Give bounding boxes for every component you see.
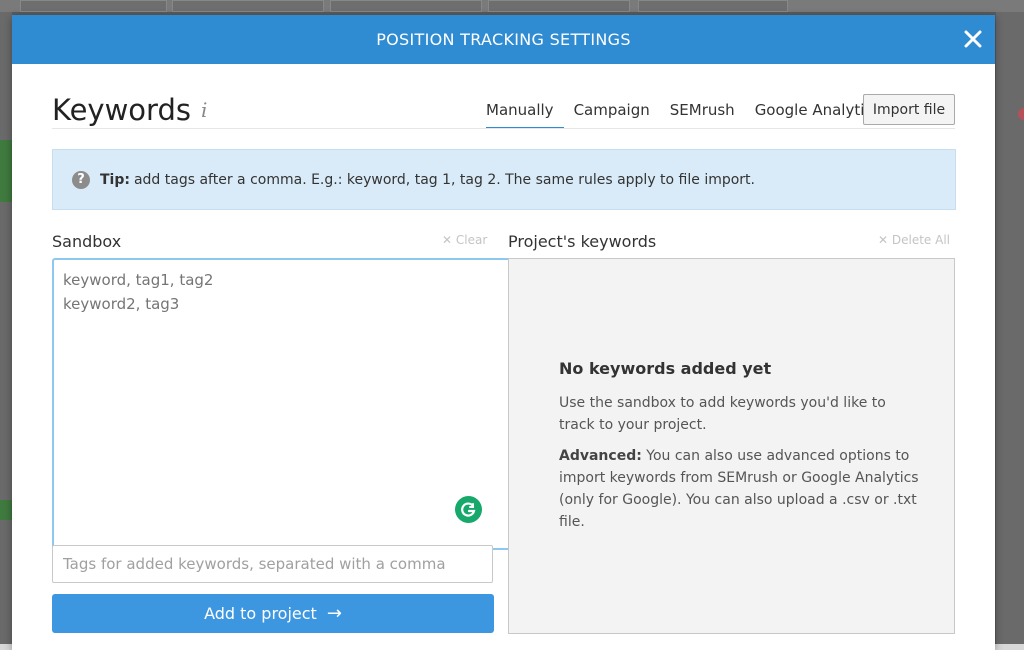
background-red-marker xyxy=(1018,108,1024,120)
background-tab xyxy=(330,0,482,12)
tab-campaign[interactable]: Campaign xyxy=(574,101,660,129)
background-green-block xyxy=(0,140,12,202)
tags-input[interactable] xyxy=(52,545,493,583)
empty-state-title: No keywords added yet xyxy=(559,359,772,378)
project-keywords-panel: No keywords added yet Use the sandbox to… xyxy=(508,258,955,634)
title-divider xyxy=(52,128,955,129)
tip-bold: Tip: xyxy=(100,171,130,188)
close-icon xyxy=(964,30,982,48)
tab-manually[interactable]: Manually xyxy=(486,101,564,129)
sandbox-textarea[interactable] xyxy=(52,258,514,550)
empty-state-advanced: Advanced: You can also use advanced opti… xyxy=(559,445,919,533)
clear-label: Clear xyxy=(455,233,488,247)
tip-text: add tags after a comma. E.g.: keyword, t… xyxy=(133,171,755,188)
background-left-edge xyxy=(0,12,12,650)
arrow-right-icon: → xyxy=(326,603,342,624)
background-tab xyxy=(20,0,167,12)
empty-state-text: Use the sandbox to add keywords you'd li… xyxy=(559,395,886,433)
help-icon: ? xyxy=(72,170,90,189)
tab-semrush[interactable]: SEMrush xyxy=(670,101,745,129)
add-to-project-button[interactable]: Add to project → xyxy=(52,594,494,633)
project-keywords-label: Project's keywords xyxy=(508,232,657,251)
clear-icon: ✕ xyxy=(442,233,453,247)
modal-title: POSITION TRACKING SETTINGS xyxy=(376,30,631,49)
delete-all-button[interactable]: ✕ Delete All xyxy=(878,233,950,247)
delete-all-label: Delete All xyxy=(891,233,951,247)
keyword-source-tabs: Manually Campaign SEMrush Google Analyti… xyxy=(486,101,900,129)
background-right-edge xyxy=(996,12,1024,650)
modal-header: POSITION TRACKING SETTINGS xyxy=(12,15,995,64)
keywords-heading-text: Keywords xyxy=(52,93,191,127)
add-to-project-label: Add to project xyxy=(204,604,317,623)
sandbox-label: Sandbox xyxy=(52,232,122,251)
keywords-heading: Keywords i xyxy=(52,93,207,127)
close-button[interactable] xyxy=(961,27,985,51)
grammarly-g-icon xyxy=(461,502,476,517)
background-tab xyxy=(488,0,630,12)
clear-button[interactable]: ✕ Clear xyxy=(442,233,487,247)
delete-icon: ✕ xyxy=(878,233,889,247)
tip-banner: ? Tip: add tags after a comma. E.g.: key… xyxy=(52,149,956,210)
position-tracking-modal: POSITION TRACKING SETTINGS Keywords i Ma… xyxy=(12,15,995,650)
background-tab xyxy=(172,0,324,12)
import-file-button[interactable]: Import file xyxy=(863,94,955,125)
background-green-block xyxy=(0,500,12,520)
info-icon[interactable]: i xyxy=(201,98,207,122)
advanced-bold: Advanced: xyxy=(559,448,642,464)
grammarly-icon[interactable] xyxy=(455,496,482,523)
background-tab xyxy=(638,0,788,12)
